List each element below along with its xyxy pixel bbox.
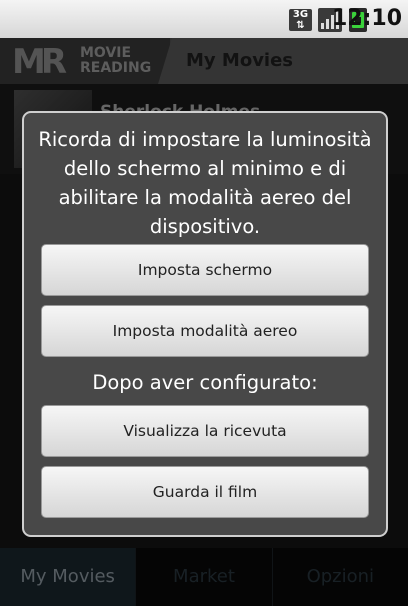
set-screen-button[interactable]: Imposta schermo <box>41 244 369 296</box>
set-airplane-mode-button[interactable]: Imposta modalità aereo <box>41 305 369 357</box>
after-config-label: Dopo aver configurato: <box>92 371 318 394</box>
watch-movie-button[interactable]: Guarda il film <box>41 466 369 518</box>
status-bar: 3G ⇅ 12:10 <box>0 0 408 38</box>
settings-dialog: Ricorda di impostare la luminosità dello… <box>22 111 388 537</box>
status-time: 12:10 <box>331 6 402 31</box>
view-receipt-button[interactable]: Visualizza la ricevuta <box>41 405 369 457</box>
3g-icon: 3G ⇅ <box>289 9 312 31</box>
network-label: 3G <box>292 9 309 20</box>
dialog-message: Ricorda di impostare la luminosità dello… <box>38 128 372 238</box>
